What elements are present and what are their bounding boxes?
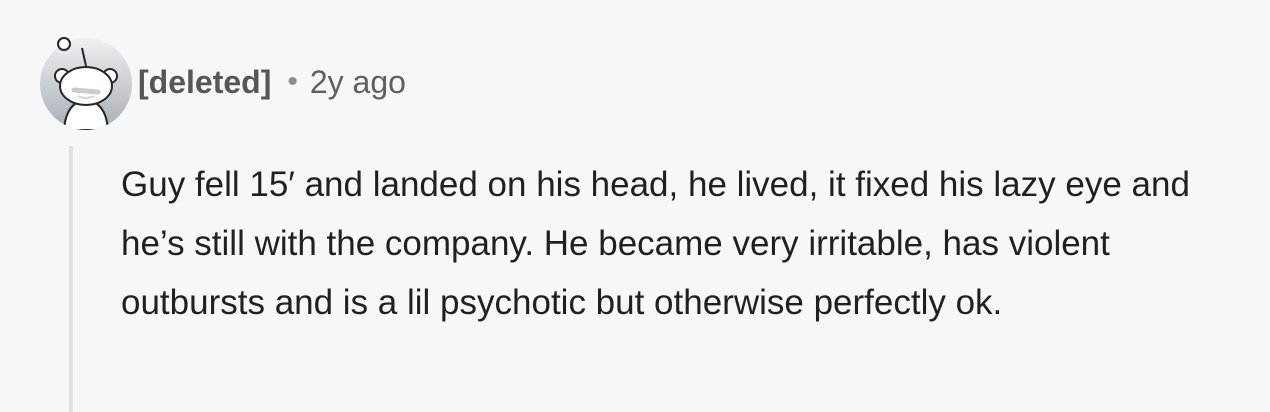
snoo-avatar-icon[interactable] [36, 30, 136, 130]
comment-timestamp[interactable]: 2y ago [310, 58, 406, 106]
comment: [deleted] • 2y ago Guy fell 15′ and land… [0, 0, 1270, 412]
comment-body: Guy fell 15′ and landed on his head, he … [121, 165, 1190, 322]
meta-separator: • [287, 65, 298, 98]
thread-line[interactable] [69, 146, 73, 412]
comment-author[interactable]: [deleted] [138, 58, 271, 106]
comment-meta: [deleted] • 2y ago [138, 58, 406, 106]
